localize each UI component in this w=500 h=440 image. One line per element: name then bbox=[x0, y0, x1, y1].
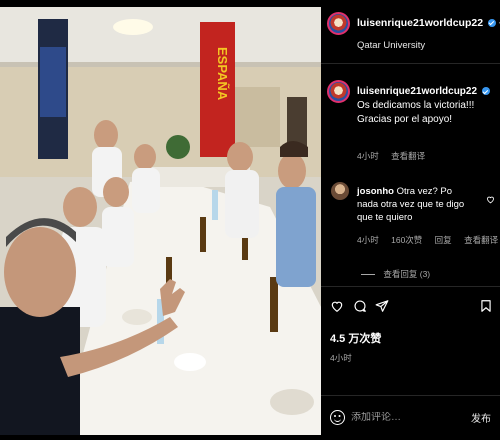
replies-dash bbox=[361, 274, 375, 276]
add-comment-bar: 发布 bbox=[321, 395, 500, 440]
caption-translate-link[interactable]: 查看翻译 bbox=[391, 151, 425, 161]
view-replies-label: 查看回复 (3) bbox=[383, 269, 431, 279]
post-photo[interactable]: ESPAÑA bbox=[0, 7, 321, 435]
comment-translate-link[interactable]: 查看翻译 bbox=[464, 235, 498, 245]
comment-likes[interactable]: 160次赞 bbox=[391, 235, 422, 245]
comment-bubble-icon[interactable] bbox=[353, 299, 367, 313]
save-bookmark-icon[interactable] bbox=[479, 299, 493, 313]
comment-username[interactable]: josonho bbox=[357, 186, 394, 197]
comment-like-heart-icon[interactable] bbox=[486, 195, 495, 204]
verified-icon bbox=[481, 87, 490, 96]
comment: josonho Otra vez? Po nada otra vez que t… bbox=[357, 185, 475, 224]
share-paper-plane-icon[interactable] bbox=[375, 299, 389, 313]
caption-text: Os dedicamos la victoria!!! Gracias por … bbox=[357, 100, 475, 125]
caption-avatar[interactable] bbox=[327, 80, 350, 103]
emoji-icon[interactable] bbox=[330, 410, 345, 425]
caption-meta: 4小时 查看翻译 bbox=[357, 150, 425, 162]
banner-text: ESPAÑA bbox=[215, 47, 230, 101]
author-avatar[interactable] bbox=[327, 12, 350, 35]
post-comment-button[interactable]: 发布 bbox=[469, 410, 493, 426]
post-sidebar: luisenrique21worldcup22 · 关 Qatar Univer… bbox=[321, 0, 500, 440]
header-username-row: luisenrique21worldcup22 · 关 bbox=[357, 15, 500, 30]
view-replies-link[interactable]: 查看回复 (3) bbox=[361, 268, 430, 280]
post-header: luisenrique21worldcup22 · 关 Qatar Univer… bbox=[321, 0, 500, 64]
caption-username[interactable]: luisenrique21worldcup22 bbox=[357, 86, 477, 97]
likes-count[interactable]: 4.5 万次赞 bbox=[330, 330, 381, 346]
caption: luisenrique21worldcup22 Os dedicamos la … bbox=[357, 85, 493, 127]
add-comment-input[interactable] bbox=[351, 412, 459, 423]
post-location[interactable]: Qatar University bbox=[357, 40, 425, 51]
author-username[interactable]: luisenrique21worldcup22 bbox=[357, 17, 483, 29]
post-time: 4小时 bbox=[330, 353, 352, 363]
comment-reply-link[interactable]: 回复 bbox=[435, 235, 452, 245]
team-dinner-photo: ESPAÑA bbox=[0, 7, 321, 435]
like-heart-icon[interactable] bbox=[330, 299, 344, 313]
comment-meta: 4小时 160次赞 回复 查看翻译 bbox=[357, 234, 498, 246]
comment-avatar[interactable] bbox=[331, 182, 349, 200]
caption-time: 4小时 bbox=[357, 151, 379, 161]
comment-time: 4小时 bbox=[357, 235, 379, 245]
post-actions: 4.5 万次赞 4小时 bbox=[321, 286, 500, 376]
verified-icon bbox=[487, 19, 496, 28]
